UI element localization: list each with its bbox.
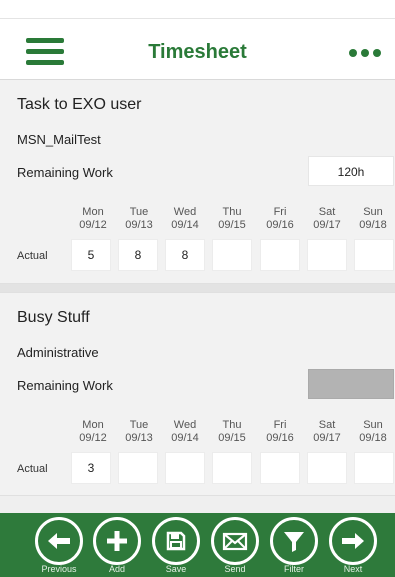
actual-cell-tue[interactable]: 8 — [118, 239, 158, 271]
app-header: Timesheet — [0, 18, 395, 80]
day-header-wed: Wed 09/14 — [171, 206, 199, 231]
actual-cell-thu[interactable] — [212, 239, 252, 271]
page-title: Timesheet — [148, 41, 247, 63]
remaining-work-label: Remaining Work — [17, 378, 113, 393]
day-header-thu: Thu 09/15 — [218, 206, 246, 231]
task-card: Busy Stuff Administrative Remaining Work… — [0, 292, 395, 496]
day-header-fri: Fri 09/16 — [266, 419, 294, 444]
plus-icon — [107, 531, 127, 551]
remaining-work-field — [308, 369, 394, 399]
arrow-right-icon — [342, 533, 364, 549]
actual-cell-sat[interactable] — [307, 452, 347, 484]
day-header-fri: Fri 09/16 — [266, 206, 294, 231]
task-name: Busy Stuff — [17, 309, 90, 326]
actual-label: Actual — [17, 463, 48, 475]
add-button[interactable]: Add — [89, 517, 147, 575]
more-options-icon[interactable] — [349, 49, 383, 59]
envelope-icon — [222, 532, 248, 551]
actual-cell-tue[interactable] — [118, 452, 158, 484]
card-divider — [0, 284, 395, 292]
actual-cell-wed[interactable] — [165, 452, 205, 484]
filter-icon — [284, 532, 304, 552]
day-header-tue: Tue 09/13 — [125, 206, 153, 231]
day-header-sat: Sat 09/17 — [313, 206, 341, 231]
next-label: Next — [343, 564, 363, 574]
previous-button[interactable]: Previous — [31, 517, 89, 575]
floppy-disk-icon — [166, 531, 186, 551]
day-header-sat: Sat 09/17 — [313, 419, 341, 444]
send-label: Send — [224, 564, 246, 574]
actual-label: Actual — [17, 250, 48, 262]
filter-label: Filter — [284, 564, 304, 574]
actual-cell-sun[interactable] — [354, 452, 394, 484]
day-header-sun: Sun 09/18 — [359, 419, 387, 444]
actual-cell-sat[interactable] — [307, 239, 347, 271]
day-header-wed: Wed 09/14 — [171, 419, 199, 444]
send-button[interactable]: Send — [207, 517, 265, 575]
task-list[interactable]: Task to EXO user MSN_MailTest Remaining … — [0, 80, 395, 513]
day-header-mon: Mon 09/12 — [79, 419, 107, 444]
day-header-mon: Mon 09/12 — [79, 206, 107, 231]
day-header-thu: Thu 09/15 — [218, 419, 246, 444]
save-button[interactable]: Save — [148, 517, 206, 575]
actual-cell-mon[interactable]: 3 — [71, 452, 111, 484]
day-header-sun: Sun 09/18 — [359, 206, 387, 231]
actual-cell-fri[interactable] — [260, 452, 300, 484]
task-name: Task to EXO user — [17, 96, 142, 113]
actual-cell-wed[interactable]: 8 — [165, 239, 205, 271]
actual-cell-fri[interactable] — [260, 239, 300, 271]
next-button[interactable]: Next — [325, 517, 383, 575]
actual-cell-thu[interactable] — [212, 452, 252, 484]
actual-cell-sun[interactable] — [354, 239, 394, 271]
task-card: Task to EXO user MSN_MailTest Remaining … — [0, 80, 395, 284]
save-label: Save — [165, 564, 187, 574]
filter-button[interactable]: Filter — [266, 517, 324, 575]
actual-cell-mon[interactable]: 5 — [71, 239, 111, 271]
bottom-toolbar: Previous Add Save Send Filter Next — [0, 513, 395, 577]
day-header-tue: Tue 09/13 — [125, 419, 153, 444]
status-bar — [0, 0, 395, 18]
remaining-work-label: Remaining Work — [17, 165, 113, 180]
remaining-work-field[interactable]: 120h — [308, 156, 394, 186]
project-name: MSN_MailTest — [17, 132, 101, 147]
project-name: Administrative — [17, 345, 99, 360]
add-label: Add — [108, 564, 125, 574]
arrow-left-icon — [48, 533, 70, 549]
previous-label: Previous — [41, 564, 77, 574]
